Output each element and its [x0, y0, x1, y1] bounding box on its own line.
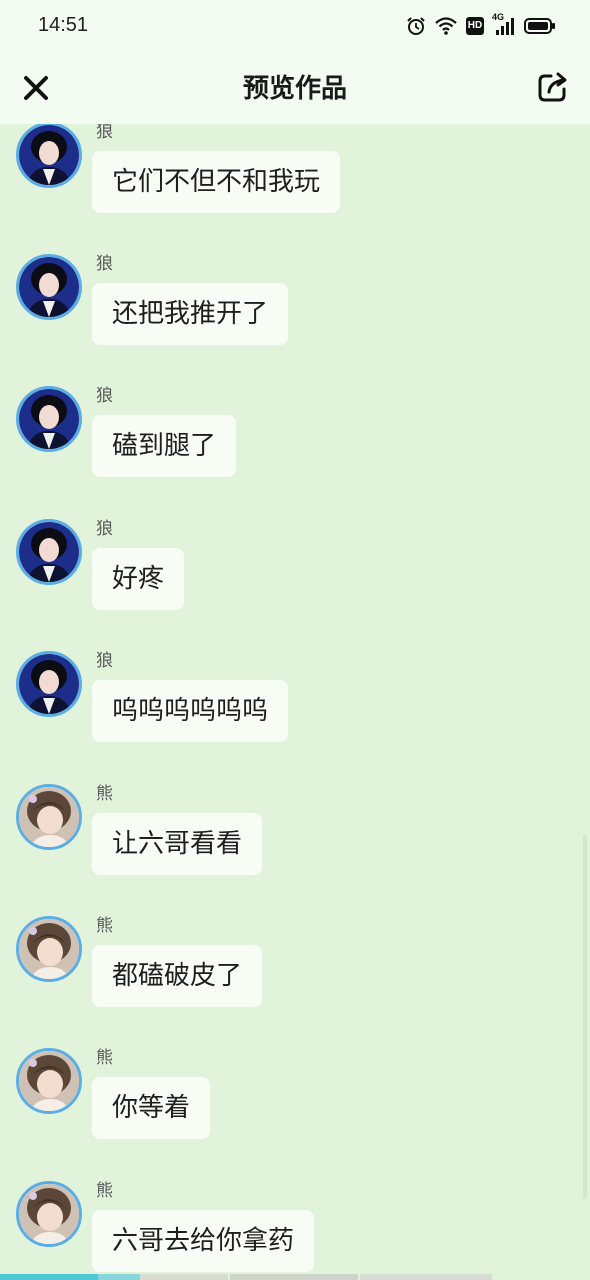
wolf-avatar[interactable]: [16, 124, 82, 188]
progress-segment-played: [0, 1274, 98, 1280]
wifi-icon: [434, 16, 458, 36]
network-type-label: 4G: [492, 12, 505, 22]
chat-message: 熊 你等着: [0, 1048, 590, 1180]
chat-area[interactable]: 狼 它们不但不和我玩 狼 还把我推开了 狼 磕到腿了 狼 好疼 狼 呜呜呜呜呜呜…: [0, 124, 590, 1274]
message-bubble[interactable]: 它们不但不和我玩: [92, 151, 341, 213]
bear-avatar[interactable]: [16, 1048, 82, 1114]
progress-segment: [360, 1274, 492, 1280]
wolf-avatar[interactable]: [16, 651, 82, 717]
sender-name: 狼: [96, 124, 113, 142]
status-icons: HD 4G: [406, 12, 556, 38]
playback-progress-bar[interactable]: [0, 1274, 590, 1280]
hd-icon: HD: [466, 17, 484, 35]
message-bubble[interactable]: 磕到腿了: [92, 415, 237, 477]
chat-message: 狼 它们不但不和我玩: [0, 124, 590, 254]
alarm-icon: [406, 16, 426, 36]
message-bubble[interactable]: 六哥去给你拿药: [92, 1210, 315, 1272]
sender-name: 狼: [96, 386, 113, 406]
message-bubble[interactable]: 好疼: [92, 548, 185, 610]
wolf-avatar[interactable]: [16, 254, 82, 320]
wolf-avatar[interactable]: [16, 519, 82, 585]
chat-message: 熊 都磕破皮了: [0, 916, 590, 1048]
share-icon: [538, 72, 567, 102]
chat-message: 狼 好疼: [0, 519, 590, 651]
bear-avatar[interactable]: [16, 916, 82, 982]
page-title: 预览作品: [242, 74, 347, 104]
nav-bar: 预览作品: [0, 54, 590, 124]
wolf-avatar[interactable]: [16, 386, 82, 452]
sender-name: 熊: [96, 1048, 113, 1068]
message-bubble[interactable]: 呜呜呜呜呜呜: [92, 680, 289, 742]
status-bar: 14:51 HD 4G: [0, 0, 590, 54]
message-bubble[interactable]: 让六哥看看: [92, 813, 263, 875]
sender-name: 狼: [96, 651, 113, 671]
sender-name: 狼: [96, 519, 113, 539]
progress-segment: [140, 1274, 228, 1280]
chat-message: 狼 磕到腿了: [0, 386, 590, 518]
chat-message: 熊 六哥去给你拿药: [0, 1181, 590, 1274]
chat-message: 熊 让六哥看看: [0, 784, 590, 916]
message-bubble[interactable]: 你等着: [92, 1077, 211, 1139]
progress-segment: [230, 1274, 358, 1280]
chat-message: 狼 还把我推开了: [0, 254, 590, 386]
scrollbar[interactable]: [583, 834, 587, 1199]
bear-avatar[interactable]: [16, 1181, 82, 1247]
sender-name: 熊: [96, 916, 113, 936]
message-bubble[interactable]: 还把我推开了: [92, 283, 289, 345]
status-time: 14:51: [38, 14, 89, 36]
chat-message: 狼 呜呜呜呜呜呜: [0, 651, 590, 783]
message-bubble[interactable]: 都磕破皮了: [92, 945, 263, 1007]
cellular-4g-icon: 4G: [492, 12, 516, 36]
share-button[interactable]: [536, 70, 570, 104]
sender-name: 狼: [96, 254, 113, 274]
sender-name: 熊: [96, 1181, 113, 1201]
bear-avatar[interactable]: [16, 784, 82, 850]
progress-segment-current: [98, 1274, 140, 1280]
battery-icon: [524, 17, 556, 35]
sender-name: 熊: [96, 784, 113, 804]
